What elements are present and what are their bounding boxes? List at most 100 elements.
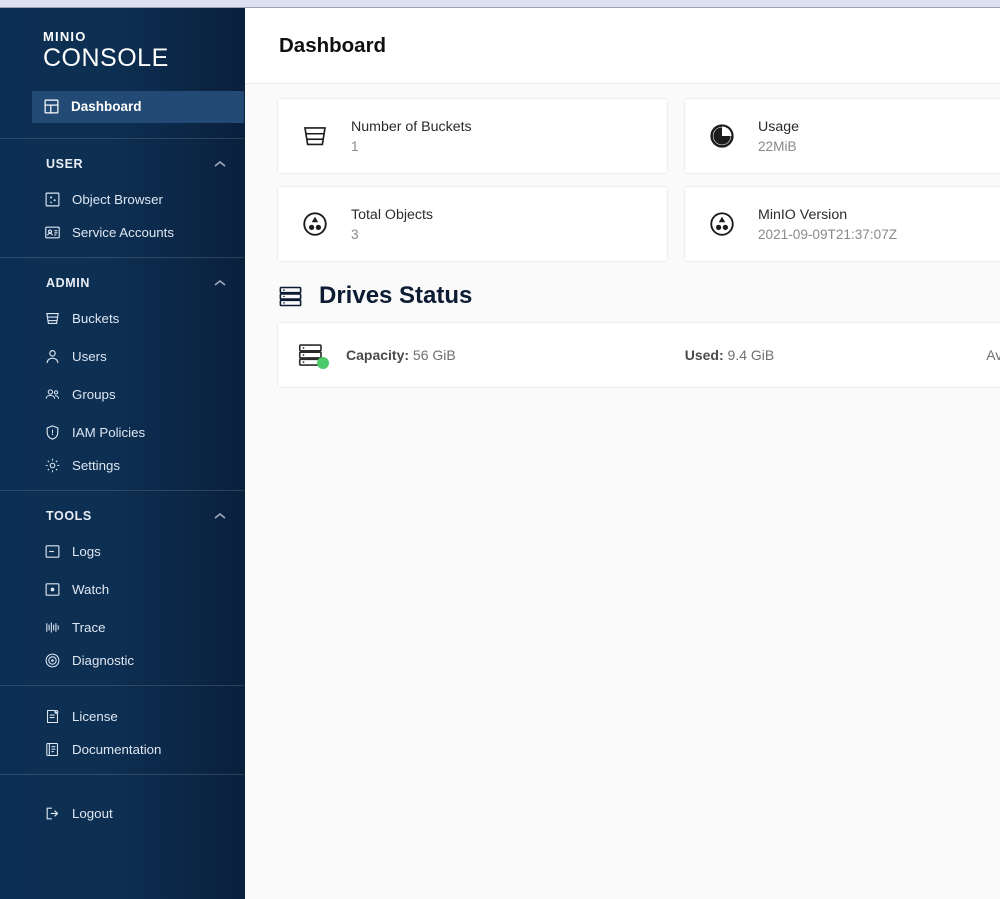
app-logo[interactable]: MINIO CONSOLE [0,8,244,91]
card-usage-value: 22MiB [758,138,797,154]
card-total-objects[interactable]: Total Objects 3 [277,186,668,262]
sidebar-group-tools: TOOLS Logs Watch Trace Diagnostic [0,491,244,685]
user-icon [44,348,61,365]
gear-icon [44,457,61,474]
sidebar-footer-links: License Documentation [0,686,244,774]
sidebar-item-watch[interactable]: Watch [0,571,244,609]
browser-top-strip [0,0,1000,8]
sidebar-item-watch-label: Watch [72,582,110,598]
sidebar-item-settings-label: Settings [72,458,121,474]
drive-used-stat: Used: 9.4 GiB [685,347,775,363]
drive-capacity-label: Capacity: [346,347,410,363]
bucket-icon [44,310,61,327]
sidebar-item-iam-policies[interactable]: IAM Policies [0,414,244,452]
sidebar-divider-5 [0,773,244,775]
sidebar-item-documentation-label: Documentation [72,742,162,758]
collapse-caret-icon[interactable] [214,276,226,290]
sidebar-item-license[interactable]: License [0,698,244,736]
sidebar-item-diagnostic[interactable]: Diagnostic [0,647,244,685]
sidebar-group-header-admin[interactable]: ADMIN [0,266,244,300]
sidebar-group-admin-label: ADMIN [46,275,90,290]
drives-status-header: Drives Status [277,282,1000,310]
sidebar-group-tools-label: TOOLS [46,508,92,523]
sidebar-group-header-tools[interactable]: TOOLS [0,499,244,533]
logs-icon [44,543,61,560]
drive-status-row[interactable]: Capacity: 56 GiB Used: 9.4 GiB Available [277,322,1000,388]
main-content: Dashboard Number of Buckets 1 Usage 22Mi… [245,8,1000,899]
collapse-caret-icon[interactable] [214,157,226,171]
service-accounts-icon [44,224,61,241]
sidebar-item-logout[interactable]: Logout [0,795,244,833]
sidebar-item-dashboard[interactable]: Dashboard [32,90,244,123]
dashboard-icon [43,98,60,115]
sidebar-item-service-accounts[interactable]: Service Accounts [0,219,244,257]
sidebar-item-users[interactable]: Users [0,338,244,376]
minio-console-app: MINIO CONSOLE Dashboard USER Object Brow… [0,0,1000,899]
drives-status-title: Drives Status [319,282,473,309]
summary-card-row-2: Total Objects 3 MinIO Version 2021-09-09… [277,186,1000,262]
license-icon [44,708,61,725]
sidebar-item-logs-label: Logs [72,544,101,560]
drive-used-label: Used: [684,347,724,363]
card-total-objects-text: Total Objects 3 [351,207,433,242]
object-browser-icon [44,191,61,208]
sidebar-item-service-accounts-label: Service Accounts [72,225,174,241]
page-header: Dashboard [245,8,1000,84]
diagnostic-icon [44,652,61,669]
card-number-of-buckets-label: Number of Buckets [351,118,472,135]
drive-stats: Capacity: 56 GiB Used: 9.4 GiB Available [328,347,1000,363]
drive-used-value: 9.4 GiB [727,347,775,363]
logo-console-text: CONSOLE [43,44,169,72]
card-minio-version[interactable]: MinIO Version 2021-09-09T21:37:07Z [684,186,1000,262]
card-minio-version-label: MinIO Version [758,206,848,223]
collapse-caret-icon[interactable] [214,509,226,523]
sidebar-item-groups-label: Groups [72,387,116,403]
drive-stack-icon [296,340,329,370]
bucket-icon [300,121,330,151]
card-minio-version-value: 2021-09-09T21:37:07Z [758,226,898,242]
status-badge [317,357,329,369]
documentation-icon [44,741,61,758]
card-usage[interactable]: Usage 22MiB [684,98,1000,174]
sidebar-group-user: USER Object Browser Service Accounts [0,139,244,257]
logout-icon [44,805,61,822]
pie-usage-icon [707,121,737,151]
sidebar-item-trace[interactable]: Trace [0,609,244,647]
groups-icon [44,386,61,403]
objects-icon [300,209,330,239]
sidebar-item-logs[interactable]: Logs [0,533,244,571]
card-usage-text: Usage 22MiB [758,119,799,154]
sidebar-item-buckets[interactable]: Buckets [0,300,244,338]
logo-minio-text: MINIO [43,29,87,44]
minio-version-icon [707,209,737,239]
page-title: Dashboard [279,33,387,57]
drive-capacity-stat: Capacity: 56 GiB [346,347,456,363]
sidebar-item-groups[interactable]: Groups [0,376,244,414]
sidebar-item-documentation[interactable]: Documentation [0,736,244,774]
sidebar-item-logout-label: Logout [72,806,113,822]
card-total-objects-value: 3 [351,226,359,242]
drive-capacity-value: 56 GiB [412,347,456,363]
card-number-of-buckets-value: 1 [351,138,359,154]
card-usage-label: Usage [758,118,800,135]
card-total-objects-label: Total Objects [351,206,434,223]
sidebar-group-admin: ADMIN Buckets Users Groups IAM Policies … [0,258,244,490]
sidebar-item-license-label: License [72,709,118,725]
sidebar-item-users-label: Users [72,349,107,365]
drive-stack-icon [277,283,304,310]
sidebar-item-diagnostic-label: Diagnostic [72,653,135,669]
sidebar-item-iam-policies-label: IAM Policies [72,425,146,441]
summary-card-row-1: Number of Buckets 1 Usage 22MiB [277,98,1000,174]
sidebar-item-settings[interactable]: Settings [0,452,244,490]
drive-available-label: Available [986,347,1000,363]
card-number-of-buckets[interactable]: Number of Buckets 1 [277,98,668,174]
watch-icon [44,581,61,598]
sidebar-item-buckets-label: Buckets [72,311,120,327]
card-number-of-buckets-text: Number of Buckets 1 [351,119,472,154]
card-minio-version-text: MinIO Version 2021-09-09T21:37:07Z [758,207,897,242]
sidebar-group-user-label: USER [46,156,84,171]
sidebar-item-object-browser[interactable]: Object Browser [0,181,244,219]
sidebar: MINIO CONSOLE Dashboard USER Object Brow… [0,8,245,899]
drive-available-stat: Available [986,347,1000,363]
sidebar-group-header-user[interactable]: USER [0,147,244,181]
